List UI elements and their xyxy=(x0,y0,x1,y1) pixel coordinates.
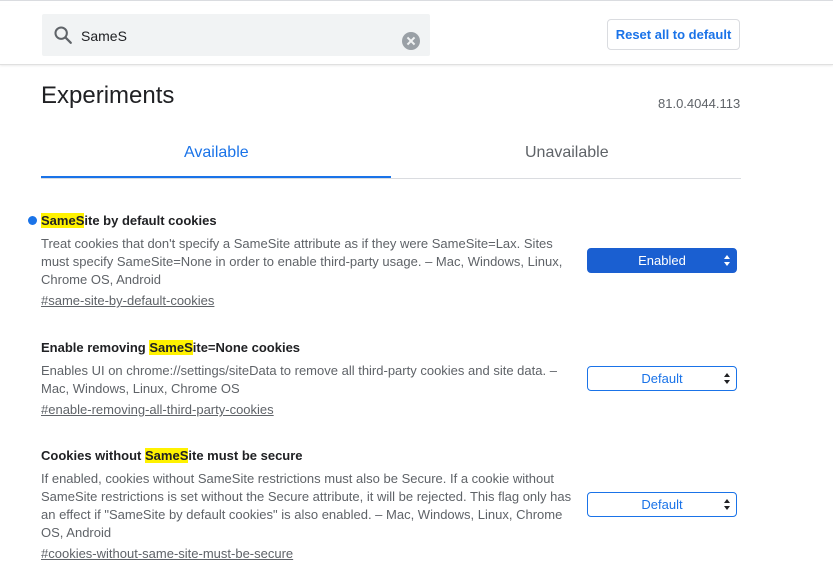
search-highlight: SameS xyxy=(145,448,189,463)
experiment-link[interactable]: #enable-removing-all-third-party-cookies xyxy=(41,402,274,417)
search-highlight: SameS xyxy=(149,340,193,355)
search-input[interactable] xyxy=(79,24,403,48)
title-text: ite by default cookies xyxy=(84,213,217,228)
select-value: Default xyxy=(641,497,683,512)
title-text: Cookies without xyxy=(41,448,145,463)
search-icon xyxy=(54,26,72,44)
tab-indicator xyxy=(41,176,391,178)
experiment-description: Treat cookies that don't specify a SameS… xyxy=(41,236,563,287)
reset-all-button[interactable]: Reset all to default xyxy=(607,19,740,50)
select-arrows-icon xyxy=(723,373,731,385)
select-value: Default xyxy=(641,371,683,386)
experiment-link[interactable]: #same-site-by-default-cookies xyxy=(41,293,214,308)
header-bar: Reset all to default xyxy=(0,6,833,65)
clear-icon[interactable] xyxy=(402,32,420,50)
experiment-description: If enabled, cookies without SameSite res… xyxy=(41,471,572,540)
tab-available[interactable]: Available xyxy=(184,144,249,162)
select-arrows-icon xyxy=(723,499,731,511)
title-text: Enable removing xyxy=(41,340,150,355)
experiment-select[interactable]: Default xyxy=(587,492,737,517)
experiment-title: Cookies without SameSite must be secure xyxy=(41,448,741,463)
version-label: 81.0.4044.113 xyxy=(658,96,741,111)
page-title: Experiments xyxy=(41,82,175,109)
experiment-select[interactable]: Enabled xyxy=(587,248,737,273)
search-box[interactable] xyxy=(42,14,430,56)
experiment-title: SameSite by default cookies xyxy=(41,213,741,228)
select-value: Enabled xyxy=(638,253,686,268)
search-highlight: SameS xyxy=(41,213,85,228)
select-arrows-icon xyxy=(723,255,731,267)
experiment-link[interactable]: #cookies-without-same-site-must-be-secur… xyxy=(41,546,293,561)
experiment-description: Enables UI on chrome://settings/siteData… xyxy=(41,363,557,396)
tabs-bar: Available Unavailable xyxy=(41,132,741,179)
title-text: ite=None cookies xyxy=(192,340,301,355)
experiment-select[interactable]: Default xyxy=(587,366,737,391)
experiment-title: Enable removing SameSite=None cookies xyxy=(41,340,741,355)
tab-unavailable[interactable]: Unavailable xyxy=(525,144,609,162)
title-text: ite must be secure xyxy=(188,448,303,463)
modified-dot xyxy=(28,216,37,225)
